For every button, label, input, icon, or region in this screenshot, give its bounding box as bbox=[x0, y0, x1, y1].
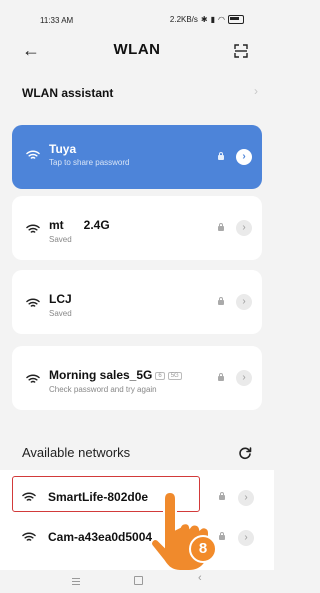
status-bar: 11:33 AM 2.2KB/s ✱ ▮ ◠ bbox=[0, 0, 274, 40]
wlan-assistant-label: WLAN assistant bbox=[22, 86, 114, 100]
network-speed: 2.2KB/s bbox=[169, 15, 198, 24]
chevron-right-icon: › bbox=[254, 84, 258, 98]
band-tag: 5G bbox=[167, 371, 182, 380]
network-details-button[interactable]: › bbox=[238, 490, 254, 506]
network-name-text: Morning sales_5G bbox=[49, 368, 153, 382]
available-network-row[interactable]: Cam-a43ea0d5004 › bbox=[0, 518, 274, 558]
network-name: Cam-a43ea0d5004 bbox=[48, 530, 153, 544]
network-card-connected[interactable]: Tuya Tap to share password › bbox=[12, 125, 262, 189]
tap-hand-icon bbox=[150, 490, 210, 572]
wifi-icon bbox=[26, 224, 40, 233]
home-icon[interactable] bbox=[134, 576, 143, 585]
network-subtitle: Saved bbox=[49, 309, 72, 318]
lock-icon bbox=[218, 223, 224, 231]
step-badge: 8 bbox=[189, 535, 217, 563]
battery-icon bbox=[228, 15, 244, 24]
navigation-bar: ‹ bbox=[0, 570, 274, 593]
network-name: Tuya bbox=[49, 142, 77, 156]
network-name: Morning sales_5G 6 5G bbox=[49, 368, 182, 382]
network-name: mt 2.4G bbox=[49, 218, 110, 232]
signal-icon: ▮ bbox=[210, 15, 216, 24]
lock-icon bbox=[218, 152, 224, 160]
wifi-icon bbox=[26, 374, 40, 383]
network-card-saved[interactable]: mt 2.4G Saved › bbox=[12, 196, 262, 260]
bluetooth-icon: ✱ bbox=[200, 15, 208, 24]
wifi-icon bbox=[22, 532, 36, 541]
network-subtitle: Saved bbox=[49, 235, 72, 244]
wifi-icon bbox=[26, 298, 40, 307]
menu-icon[interactable] bbox=[72, 578, 80, 587]
wifi-status-icon: ◠ bbox=[218, 15, 225, 24]
nav-back-icon[interactable]: ‹ bbox=[198, 572, 202, 584]
status-time: 11:33 AM bbox=[40, 16, 74, 25]
lock-icon bbox=[218, 373, 224, 381]
network-details-button[interactable]: › bbox=[236, 149, 252, 165]
network-details-button[interactable]: › bbox=[236, 220, 252, 236]
network-details-button[interactable]: › bbox=[238, 530, 254, 546]
status-icons: 2.2KB/s ✱ ▮ ◠ bbox=[170, 15, 244, 24]
network-card-saved[interactable]: LCJ Saved › bbox=[12, 270, 262, 334]
page-title: WLAN bbox=[113, 41, 161, 58]
network-card-saved[interactable]: Morning sales_5G 6 5G Check password and t… bbox=[12, 346, 262, 410]
network-name: LCJ bbox=[49, 292, 72, 306]
network-details-button[interactable]: › bbox=[236, 294, 252, 310]
available-networks-heading: Available networks bbox=[22, 445, 131, 460]
scan-icon[interactable] bbox=[234, 44, 248, 58]
lock-icon bbox=[218, 297, 224, 305]
network-subtitle: Check password and try again bbox=[49, 385, 157, 394]
wifi-icon bbox=[26, 150, 40, 159]
network-subtitle: Tap to share password bbox=[49, 158, 130, 167]
wlan-assistant-row[interactable]: WLAN assistant › bbox=[22, 84, 258, 104]
refresh-icon[interactable] bbox=[238, 446, 252, 460]
wifi6-tag: 6 bbox=[155, 371, 165, 380]
network-details-button[interactable]: › bbox=[236, 370, 252, 386]
